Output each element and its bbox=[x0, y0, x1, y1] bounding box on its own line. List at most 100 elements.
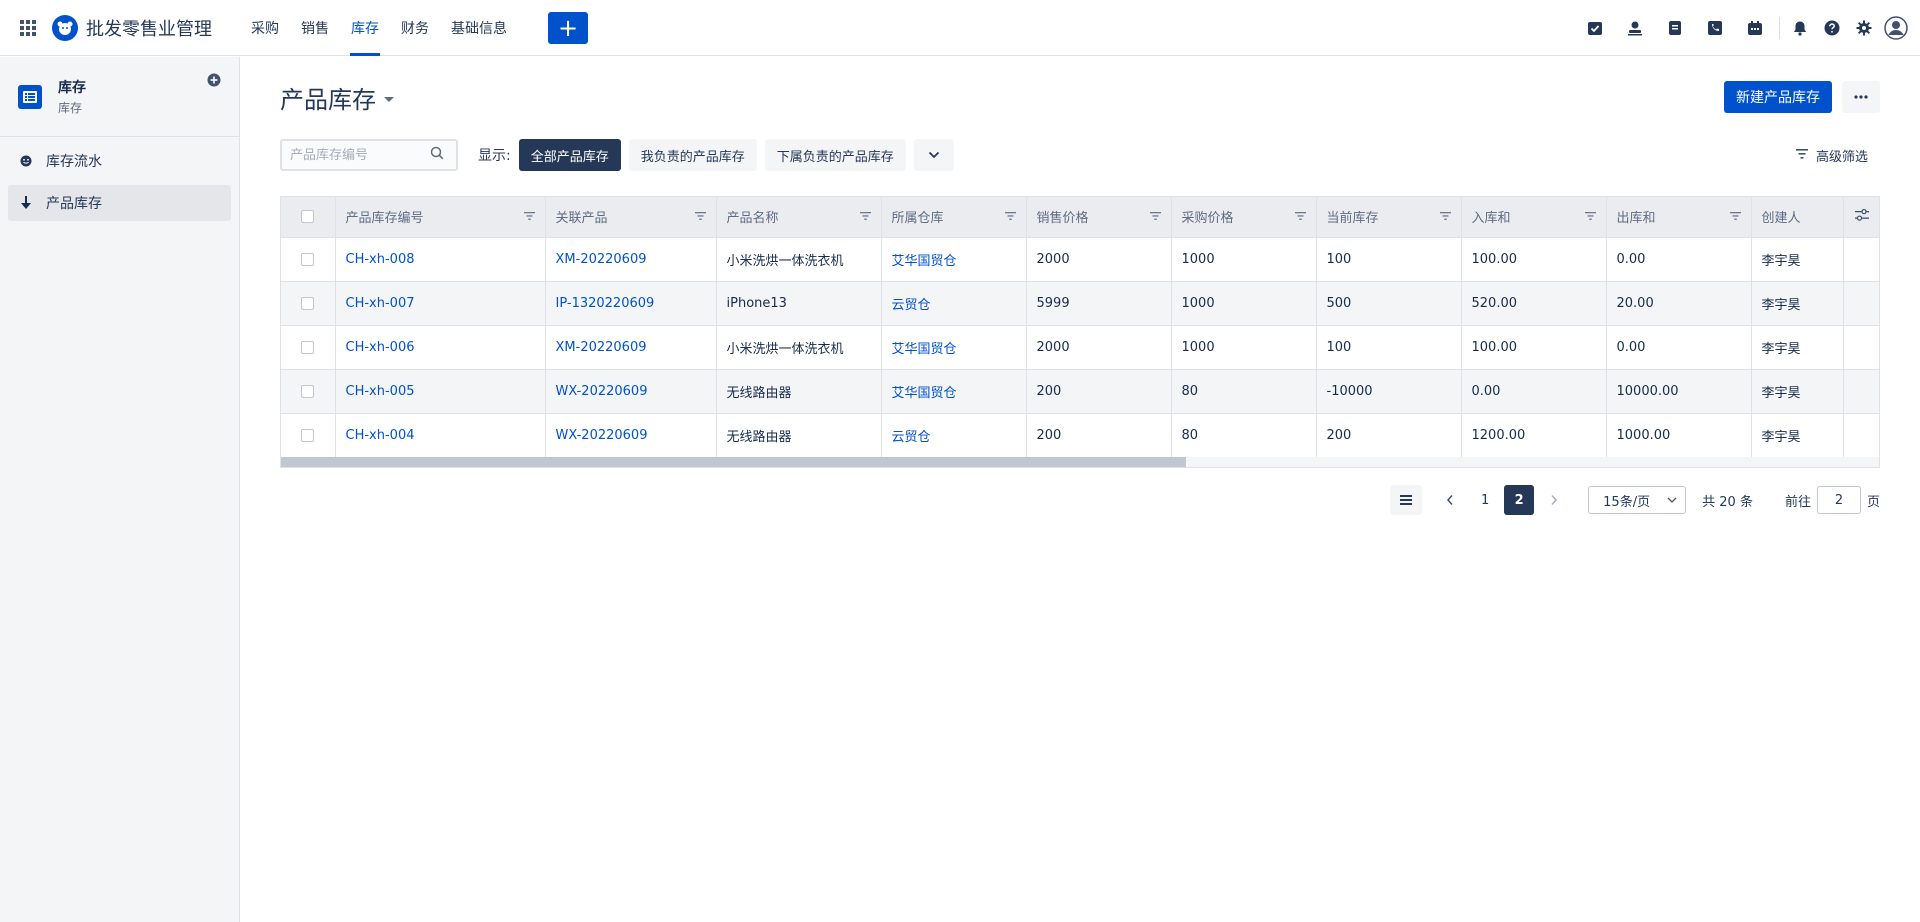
app-logo-icon[interactable] bbox=[52, 14, 78, 41]
column-header[interactable]: 当前库存 bbox=[1316, 197, 1462, 238]
table-cell-empty bbox=[1843, 237, 1879, 282]
column-filter-icon[interactable] bbox=[1149, 209, 1161, 224]
row-checkbox[interactable] bbox=[301, 384, 315, 398]
select-all-cell bbox=[281, 197, 336, 238]
row-checkbox[interactable] bbox=[301, 428, 315, 442]
column-header[interactable]: 入库和 bbox=[1461, 197, 1607, 238]
nav-item-inventory[interactable]: 库存 bbox=[340, 0, 390, 56]
row-select-cell bbox=[281, 413, 336, 458]
calendar-icon[interactable] bbox=[1735, 12, 1775, 44]
pagination-menu-button[interactable] bbox=[1390, 485, 1423, 515]
filter-all-inventory[interactable]: 全部产品库存 bbox=[518, 139, 621, 171]
app-title[interactable]: 批发零售业管理 bbox=[86, 15, 212, 41]
advanced-filter-button[interactable]: 高级筛选 bbox=[1795, 146, 1868, 165]
table-row[interactable]: CH-xh-004 WX-20220609 无线路由器 云贸仓 200 80 200 1200… bbox=[281, 413, 1879, 458]
table-cell-link[interactable]: IP-1320220609 bbox=[545, 281, 717, 326]
table-cell-link[interactable]: CH-xh-005 bbox=[335, 369, 546, 414]
page-1-button[interactable]: 1 bbox=[1470, 485, 1500, 515]
table-row[interactable]: CH-xh-008 XM-20220609 小米洗烘一体洗衣机 艾华国贸仓 2000 10… bbox=[281, 237, 1879, 282]
select-all-checkbox[interactable] bbox=[301, 210, 315, 224]
column-settings-button[interactable] bbox=[1843, 197, 1879, 238]
filter-my-inventory[interactable]: 我负责的产品库存 bbox=[628, 139, 757, 171]
table-cell: 100 bbox=[1316, 325, 1462, 370]
column-header[interactable]: 产品名称 bbox=[716, 197, 882, 238]
chevron-down-icon[interactable] bbox=[384, 96, 394, 102]
gear-icon[interactable] bbox=[1848, 12, 1880, 44]
table-cell-link[interactable]: 云贸仓 bbox=[881, 413, 1027, 458]
bell-icon[interactable] bbox=[1784, 12, 1816, 44]
table-row[interactable]: CH-xh-007 IP-1320220609 iPhone13 云贸仓 5999 100… bbox=[281, 281, 1879, 326]
table-cell-link[interactable]: CH-xh-006 bbox=[335, 325, 546, 370]
row-checkbox[interactable] bbox=[301, 252, 315, 266]
search-input[interactable] bbox=[290, 147, 430, 163]
column-header[interactable]: 创建人 bbox=[1751, 197, 1844, 238]
prev-page-button[interactable] bbox=[1434, 485, 1466, 515]
nav-item-finance[interactable]: 财务 bbox=[390, 0, 440, 56]
column-filter-icon[interactable] bbox=[859, 209, 871, 224]
table-cell: 0.00 bbox=[1461, 369, 1607, 414]
column-filter-icon[interactable] bbox=[1294, 209, 1306, 224]
nav-item-basic-info[interactable]: 基础信息 bbox=[440, 0, 518, 56]
show-label: 显示: bbox=[478, 148, 511, 164]
nav-item-purchase[interactable]: 采购 bbox=[240, 0, 290, 56]
table-cell-link[interactable]: 云贸仓 bbox=[881, 281, 1027, 326]
checklist-icon[interactable] bbox=[1575, 12, 1615, 44]
document-icon[interactable] bbox=[1655, 12, 1695, 44]
table-cell: 1200.00 bbox=[1461, 413, 1607, 458]
table-cell-link[interactable]: XM-20220609 bbox=[545, 237, 717, 282]
column-filter-icon[interactable] bbox=[1004, 209, 1016, 224]
column-filter-icon[interactable] bbox=[523, 209, 535, 224]
horizontal-scrollbar[interactable] bbox=[281, 457, 1879, 467]
table-cell-link[interactable]: WX-20220609 bbox=[545, 413, 717, 458]
row-checkbox[interactable] bbox=[301, 340, 315, 354]
search-icon[interactable] bbox=[430, 146, 444, 164]
page-header: 产品库存 新建产品库存 bbox=[280, 57, 1880, 137]
column-filter-icon[interactable] bbox=[1439, 209, 1451, 224]
menu-icon bbox=[1400, 495, 1413, 505]
create-button[interactable]: + bbox=[548, 11, 588, 44]
user-stamp-icon[interactable] bbox=[1615, 12, 1655, 44]
avatar-icon[interactable] bbox=[1880, 12, 1912, 44]
next-page-button[interactable] bbox=[1538, 485, 1570, 515]
ellipsis-icon bbox=[1854, 95, 1868, 99]
table-cell-link[interactable]: 艾华国贸仓 bbox=[881, 369, 1027, 414]
column-header[interactable]: 产品库存编号 bbox=[335, 197, 546, 238]
table-cell-link[interactable]: CH-xh-007 bbox=[335, 281, 546, 326]
scrollbar-thumb[interactable] bbox=[281, 457, 1186, 467]
goto-label: 前往 bbox=[1784, 494, 1811, 510]
page-2-button[interactable]: 2 bbox=[1504, 485, 1535, 515]
add-circle-icon[interactable] bbox=[207, 73, 221, 87]
table-cell-link[interactable]: CH-xh-004 bbox=[335, 413, 546, 458]
help-icon[interactable] bbox=[1816, 12, 1848, 44]
page-size-select[interactable]: 15条/页 bbox=[1588, 486, 1687, 514]
column-filter-icon[interactable] bbox=[1729, 209, 1741, 224]
column-filter-icon[interactable] bbox=[1584, 209, 1596, 224]
table-cell-link[interactable]: 艾华国贸仓 bbox=[881, 325, 1027, 370]
table-row[interactable]: CH-xh-005 WX-20220609 无线路由器 艾华国贸仓 200 80 -1000… bbox=[281, 369, 1879, 414]
more-options-button[interactable] bbox=[1842, 81, 1880, 113]
nav-item-sales[interactable]: 销售 bbox=[290, 0, 340, 56]
sidebar-item-product-inventory[interactable]: 产品库存 bbox=[8, 185, 231, 221]
phone-icon[interactable] bbox=[1695, 12, 1735, 44]
column-header[interactable]: 出库和 bbox=[1606, 197, 1752, 238]
column-header[interactable]: 所属仓库 bbox=[881, 197, 1027, 238]
project-header: 库存 库存 bbox=[0, 57, 239, 137]
table-cell-link[interactable]: 艾华国贸仓 bbox=[881, 237, 1027, 282]
table-cell-link[interactable]: WX-20220609 bbox=[545, 369, 717, 414]
filter-subordinate-inventory[interactable]: 下属负责的产品库存 bbox=[764, 139, 906, 171]
filter-more-dropdown[interactable] bbox=[913, 139, 954, 171]
column-header[interactable]: 采购价格 bbox=[1171, 197, 1317, 238]
table-cell-link[interactable]: XM-20220609 bbox=[545, 325, 717, 370]
table-row[interactable]: CH-xh-006 XM-20220609 小米洗烘一体洗衣机 艾华国贸仓 2000 10… bbox=[281, 325, 1879, 370]
new-product-inventory-button[interactable]: 新建产品库存 bbox=[1724, 81, 1832, 113]
column-header[interactable]: 关联产品 bbox=[545, 197, 717, 238]
goto-page-input[interactable] bbox=[1816, 486, 1861, 514]
app-switcher-icon[interactable] bbox=[14, 14, 42, 42]
table-cell-link[interactable]: CH-xh-008 bbox=[335, 237, 546, 282]
pagination: 1 2 15条/页 共 20 条 前往 页 bbox=[1390, 484, 1880, 516]
sidebar-item-inventory-flow[interactable]: 库存流水 bbox=[8, 143, 231, 179]
column-header[interactable]: 销售价格 bbox=[1026, 197, 1172, 238]
column-filter-icon[interactable] bbox=[694, 209, 706, 224]
page-title[interactable]: 产品库存 bbox=[280, 80, 376, 115]
row-checkbox[interactable] bbox=[301, 296, 315, 310]
